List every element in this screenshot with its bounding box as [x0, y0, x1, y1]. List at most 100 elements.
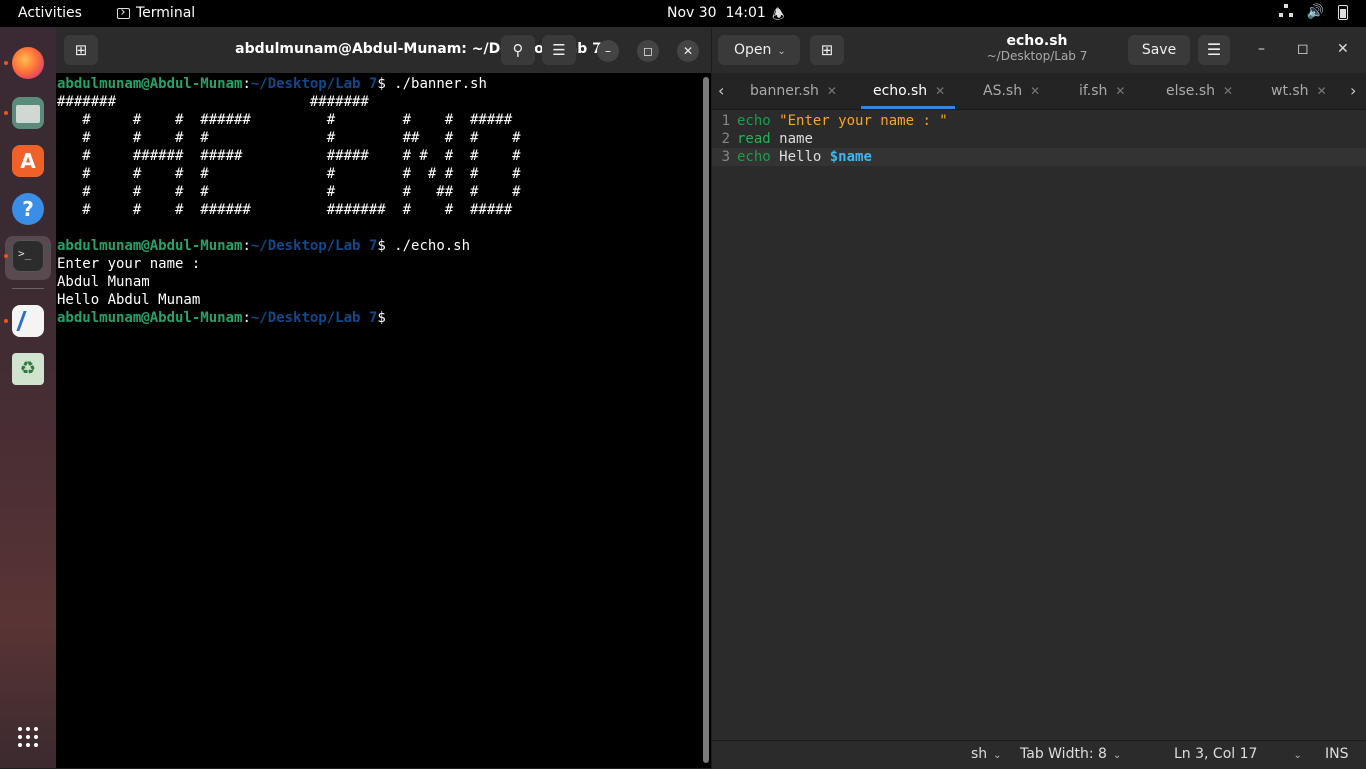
terminal-icon — [117, 7, 130, 19]
output-line: Hello Abdul Munam — [57, 292, 201, 308]
cursor-position[interactable]: Ln 3, Col 17 ⌄ — [1174, 746, 1302, 762]
editor-title: echo.sh ~/Desktop/Lab 7 — [972, 33, 1102, 63]
dock: A ? >_ ♻ — [0, 27, 56, 768]
minimize-button[interactable]: – — [597, 40, 619, 62]
text-editor-window: Open ⌄ ⊞ echo.sh ~/Desktop/Lab 7 Save ☰ –… — [712, 27, 1366, 769]
command-text: ./echo.sh — [385, 238, 471, 254]
running-indicator — [4, 254, 8, 258]
firefox-icon[interactable] — [12, 47, 44, 79]
app-menu[interactable]: Terminal — [117, 5, 195, 21]
prompt-user: abdulmunam@Abdul-Munam — [57, 238, 243, 254]
tab-width-label: Tab Width: 8 — [1020, 746, 1107, 762]
language-label: sh — [971, 746, 988, 762]
help-icon[interactable]: ? — [12, 193, 44, 225]
tab-label: else.sh — [1166, 83, 1216, 99]
tab-wt-sh[interactable]: wt.sh ✕ — [1271, 73, 1327, 109]
chevron-left-icon[interactable]: ‹ — [718, 73, 724, 109]
running-indicator — [4, 111, 8, 115]
minimize-button[interactable]: – — [1258, 41, 1265, 57]
file-path: ~/Desktop/Lab 7 — [986, 49, 1088, 63]
running-indicator — [4, 319, 8, 323]
chevron-down-icon: ⌄ — [993, 750, 1002, 761]
status-bar: sh ⌄ Tab Width: 8 ⌄ Ln 3, Col 17 ⌄ INS — [712, 740, 1366, 769]
terminal-line: abdulmunam@Abdul-Munam:~/Desktop/Lab 7$ … — [57, 76, 487, 92]
tab-label: banner.sh — [750, 83, 819, 99]
command-text: ./banner.sh — [385, 76, 487, 92]
terminal-window: ⊞ abdulmunam@Abdul-Munam: ~/Desktop/Lab … — [56, 27, 711, 768]
hamburger-menu-icon[interactable]: ☰ — [542, 35, 576, 65]
close-tab-icon[interactable]: ✕ — [935, 84, 945, 98]
close-tab-icon[interactable]: ✕ — [827, 84, 837, 98]
app-menu-label: Terminal — [136, 5, 196, 21]
terminal-scrollbar[interactable] — [703, 77, 709, 763]
language-selector[interactable]: sh ⌄ — [971, 746, 1002, 762]
save-button[interactable]: Save — [1128, 35, 1190, 65]
new-document-button[interactable]: ⊞ — [810, 35, 844, 65]
activities-button[interactable]: Activities — [18, 5, 82, 21]
tab-banner-sh[interactable]: banner.sh ✕ — [750, 73, 837, 109]
maximize-button[interactable]: ◻ — [637, 40, 659, 62]
terminal-header: ⊞ abdulmunam@Abdul-Munam: ~/Desktop/Lab … — [56, 27, 711, 73]
files-icon[interactable] — [12, 97, 44, 129]
close-button[interactable]: ✕ — [677, 40, 699, 62]
top-bar: Activities Terminal Nov 30 14:01 🕭 🔊 — [0, 0, 1366, 27]
insert-mode[interactable]: INS — [1325, 746, 1349, 762]
banner-line: ####### ####### — [57, 94, 369, 110]
tab-if-sh[interactable]: if.sh ✕ — [1079, 73, 1125, 109]
prompt-path: ~/Desktop/Lab 7 — [250, 238, 378, 254]
editor-header: Open ⌄ ⊞ echo.sh ~/Desktop/Lab 7 Save ☰ –… — [712, 27, 1366, 73]
notification-bell-icon[interactable]: 🕭 — [772, 4, 785, 28]
tab-echo-sh[interactable]: echo.sh ✕ — [860, 73, 956, 109]
terminal-output[interactable]: abdulmunam@Abdul-Munam:~/Desktop/Lab 7$ … — [57, 75, 697, 765]
output-line: Abdul Munam — [57, 274, 150, 290]
open-button[interactable]: Open ⌄ — [718, 35, 800, 65]
chevron-right-icon[interactable]: › — [1350, 73, 1356, 109]
output-line: Enter your name : — [57, 256, 201, 272]
trash-icon[interactable]: ♻ — [12, 353, 44, 385]
show-apps-icon[interactable] — [18, 727, 38, 747]
terminal-line: abdulmunam@Abdul-Munam:~/Desktop/Lab 7$ — [57, 310, 386, 326]
close-tab-icon[interactable]: ✕ — [1030, 84, 1040, 98]
banner-line: # # # ###### # # # ##### — [57, 112, 513, 128]
tab-label: AS.sh — [983, 83, 1023, 99]
code-line: 1 echo "Enter your name : " — [721, 113, 948, 129]
maximize-button[interactable]: ◻ — [1297, 41, 1309, 57]
chevron-down-icon: ⌄ — [777, 46, 786, 57]
clock[interactable]: Nov 30 14:01 — [667, 5, 766, 21]
prompt-path: ~/Desktop/Lab 7 — [250, 310, 378, 326]
file-name: echo.sh — [1006, 33, 1068, 49]
close-tab-icon[interactable]: ✕ — [1115, 84, 1125, 98]
terminal-dock-icon[interactable]: >_ — [12, 240, 44, 272]
tab-label: echo.sh — [873, 83, 928, 99]
running-indicator — [4, 61, 8, 65]
text-editor-icon[interactable] — [12, 305, 44, 337]
tab-width-selector[interactable]: Tab Width: 8 ⌄ — [1020, 746, 1121, 762]
close-tab-icon[interactable]: ✕ — [1223, 84, 1233, 98]
chevron-down-icon: ⌄ — [1293, 750, 1302, 761]
system-tray[interactable]: 🔊 — [1278, 4, 1348, 20]
code-view[interactable]: 1 echo "Enter your name : " 2 read name 3e… — [712, 111, 1366, 741]
app-center-icon[interactable]: A — [12, 145, 44, 177]
terminal-line: abdulmunam@Abdul-Munam:~/Desktop/Lab 7$ … — [57, 238, 471, 254]
banner-line: # ###### ##### ##### # # # # # — [57, 148, 521, 164]
banner-line: # # # # # ## # # # — [57, 130, 521, 146]
open-label: Open — [734, 42, 772, 58]
battery-icon — [1338, 5, 1348, 20]
tab-as-sh[interactable]: AS.sh ✕ — [983, 73, 1040, 109]
tab-else-sh[interactable]: else.sh ✕ — [1166, 73, 1233, 109]
banner-line: # # # # # # # # # # — [57, 166, 521, 182]
close-tab-icon[interactable]: ✕ — [1317, 84, 1327, 98]
close-button[interactable]: ✕ — [1337, 41, 1349, 57]
prompt-user: abdulmunam@Abdul-Munam — [57, 310, 243, 326]
volume-icon: 🔊 — [1306, 4, 1324, 20]
network-icon — [1278, 4, 1293, 17]
code-line-current: 3 echo Hello $name — [712, 148, 1366, 166]
hamburger-menu-icon[interactable]: ☰ — [1198, 35, 1230, 65]
chevron-down-icon: ⌄ — [1112, 750, 1122, 761]
code-line: 2 read name — [721, 131, 813, 147]
banner-line: # # # # # # ## # # — [57, 184, 521, 200]
search-icon[interactable]: ⚲ — [501, 35, 535, 65]
new-tab-button[interactable]: ⊞ — [64, 35, 98, 65]
tab-label: if.sh — [1079, 83, 1108, 99]
